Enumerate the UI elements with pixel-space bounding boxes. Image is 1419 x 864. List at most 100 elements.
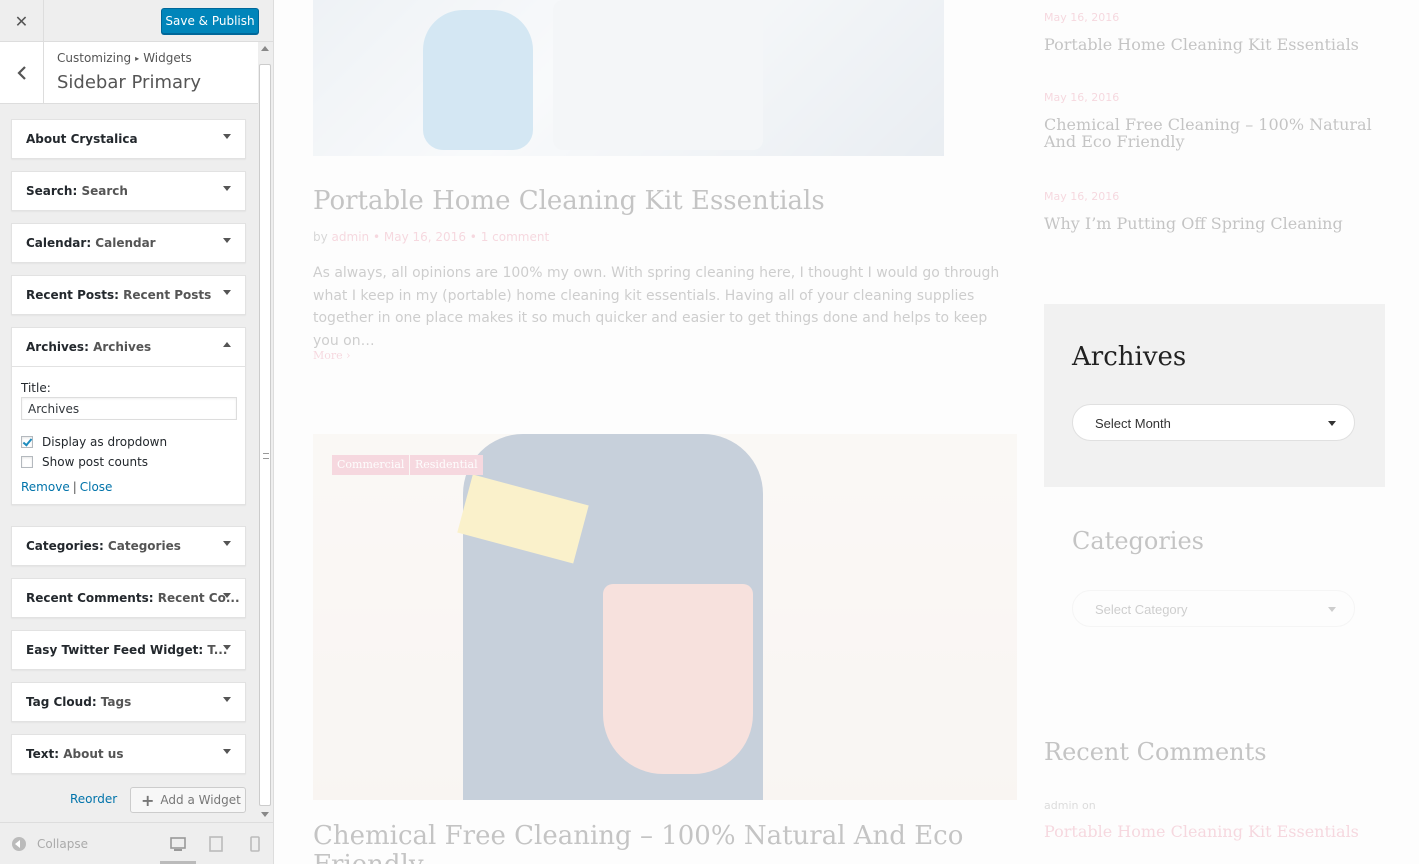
scrollbar[interactable] <box>258 42 273 822</box>
more-label: More <box>313 349 343 362</box>
mobile-icon[interactable] <box>246 835 264 853</box>
caret-up-icon[interactable] <box>223 342 231 347</box>
widget-header[interactable]: Recent Comments: Recent Co... <box>12 579 245 617</box>
save-publish-button[interactable]: Save & Publish <box>161 8 259 34</box>
widget-header[interactable]: Recent Posts: Recent Posts <box>12 276 245 314</box>
post1-title[interactable]: Portable Home Cleaning Kit Essentials <box>313 186 825 216</box>
widget-header[interactable]: Archives: Archives <box>12 328 245 366</box>
widget-header[interactable]: Tag Cloud: Tags <box>12 683 245 721</box>
dropdown-option-row[interactable]: Display as dropdown <box>21 432 236 452</box>
widget-tag-cloud[interactable]: Tag Cloud: Tags <box>11 682 246 722</box>
collapse-button[interactable]: Collapse <box>37 837 88 851</box>
caret-down-icon[interactable] <box>223 593 231 598</box>
breadcrumb-leaf: Widgets <box>143 51 192 65</box>
close-customizer-button[interactable]: ✕ <box>0 0 44 42</box>
recent-comment-meta: admin on <box>1044 799 1096 812</box>
recent-post-title[interactable]: Chemical Free Cleaning – 100% Natural An… <box>1044 116 1374 150</box>
post1-excerpt: As always, all opinions are 100% my own.… <box>313 265 1000 349</box>
post2-title-line2[interactable]: Friendly <box>313 850 424 864</box>
caret-down-icon[interactable] <box>223 290 231 295</box>
close-icon: ✕ <box>14 11 29 31</box>
breadcrumb-separator-icon: ▸ <box>135 54 140 63</box>
post1-date-link[interactable]: May 16, 2016 <box>384 230 466 244</box>
widget-header[interactable]: About Crystalica <box>12 120 245 158</box>
breadcrumb-root: Customizing <box>57 51 132 65</box>
caret-down-icon[interactable] <box>223 749 231 754</box>
widget-recent-posts[interactable]: Recent Posts: Recent Posts <box>11 275 246 315</box>
widget-text[interactable]: Text: About us <box>11 734 246 774</box>
widget-name: Archives <box>26 340 85 354</box>
widget-subtitle: About us <box>63 747 124 761</box>
archives-title: Archives <box>1072 342 1187 372</box>
widget-name: Categories <box>26 539 99 553</box>
caret-down-icon[interactable] <box>223 697 231 702</box>
widget-subtitle: Recent Posts <box>123 288 212 302</box>
widget-search[interactable]: Search: Search <box>11 171 246 211</box>
widget-header[interactable]: Text: About us <box>12 735 245 773</box>
post-counts-option-row[interactable]: Show post counts <box>21 452 236 472</box>
post1-comments-link[interactable]: 1 comment <box>481 230 549 244</box>
recent-comment-post-link[interactable]: Portable Home Cleaning Kit Essentials <box>1044 822 1359 841</box>
caret-down-icon <box>1328 607 1336 612</box>
title-input[interactable] <box>21 397 237 420</box>
category-select[interactable]: Select Category <box>1072 590 1355 627</box>
add-widget-button[interactable]: + Add a Widget <box>130 787 246 813</box>
recent-post-title[interactable]: Portable Home Cleaning Kit Essentials <box>1044 36 1374 53</box>
widget-calendar[interactable]: Calendar: Calendar <box>11 223 246 263</box>
widget-name: Text <box>26 747 55 761</box>
widget-subtitle: Tags <box>100 695 132 709</box>
post1-featured-image[interactable] <box>313 0 944 156</box>
tablet-icon[interactable] <box>207 835 225 853</box>
caret-down-icon[interactable] <box>223 645 231 650</box>
section-title: Sidebar Primary <box>57 72 202 93</box>
caret-down-icon[interactable] <box>223 134 231 139</box>
widget-easy-twitter-feed[interactable]: Easy Twitter Feed Widget: T... <box>11 630 246 670</box>
collapse-icon[interactable] <box>12 837 26 851</box>
widget-subtitle: Categories <box>107 539 181 553</box>
customizer-footer: Collapse <box>0 822 273 864</box>
recent-post-date: May 16, 2016 <box>1044 91 1120 104</box>
show-post-counts-label: Show post counts <box>42 455 149 469</box>
caret-down-icon[interactable] <box>223 541 231 546</box>
widget-header[interactable]: Categories: Categories <box>12 527 245 565</box>
remove-link[interactable]: Remove <box>21 480 70 494</box>
close-link[interactable]: Close <box>80 480 113 494</box>
widget-header[interactable]: Easy Twitter Feed Widget: T... <box>12 631 245 669</box>
desktop-icon[interactable] <box>169 835 187 853</box>
widget-recent-comments[interactable]: Recent Comments: Recent Co... <box>11 578 246 618</box>
caret-down-icon[interactable] <box>223 186 231 191</box>
customizer-sidebar: ✕ Save & Publish Customizing ▸ Widgets Sid… <box>0 0 274 864</box>
add-widget-label: Add a Widget <box>160 793 241 807</box>
scrollbar-thumb[interactable] <box>259 64 271 806</box>
tag-residential[interactable]: Residential <box>410 455 483 475</box>
caret-down-icon[interactable] <box>223 238 231 243</box>
back-button[interactable] <box>0 42 44 104</box>
section-header: Customizing ▸ Widgets Sidebar Primary <box>0 42 258 104</box>
post1-author-link[interactable]: admin <box>332 230 370 244</box>
display-dropdown-label: Display as dropdown <box>42 435 168 449</box>
customizer-header: ✕ Save & Publish <box>0 0 273 42</box>
widget-header[interactable]: Calendar: Calendar <box>12 224 245 262</box>
recent-comments-title: Recent Comments <box>1044 738 1267 766</box>
widget-archives-expanded[interactable]: Archives: Archives Title: Display as dro… <box>11 327 246 505</box>
post1-by: by <box>313 230 328 244</box>
widget-categories[interactable]: Categories: Categories <box>11 526 246 566</box>
category-select-value: Select Category <box>1095 602 1188 617</box>
title-label: Title: <box>21 381 51 395</box>
widget-name: Search <box>26 184 73 198</box>
tag-commercial[interactable]: Commercial <box>332 455 410 475</box>
categories-widget: Categories Select Category <box>1044 487 1385 632</box>
scroll-down-arrow-icon[interactable] <box>261 812 269 817</box>
post2-title[interactable]: Chemical Free Cleaning – 100% Natural An… <box>313 820 963 852</box>
breadcrumb: Customizing ▸ Widgets <box>57 51 192 65</box>
archive-month-select[interactable]: Select Month <box>1072 404 1355 441</box>
widget-about-crystalica[interactable]: About Crystalica <box>11 119 246 159</box>
post1-more-link[interactable]: More › <box>313 349 351 362</box>
post2-featured-image[interactable] <box>313 434 1017 800</box>
display-dropdown-checkbox[interactable] <box>21 436 33 448</box>
scroll-up-arrow-icon[interactable] <box>261 46 269 51</box>
show-post-counts-checkbox[interactable] <box>21 456 33 468</box>
reorder-link[interactable]: Reorder <box>70 792 117 806</box>
widget-header[interactable]: Search: Search <box>12 172 245 210</box>
recent-post-title[interactable]: Why I’m Putting Off Spring Cleaning <box>1044 215 1374 232</box>
